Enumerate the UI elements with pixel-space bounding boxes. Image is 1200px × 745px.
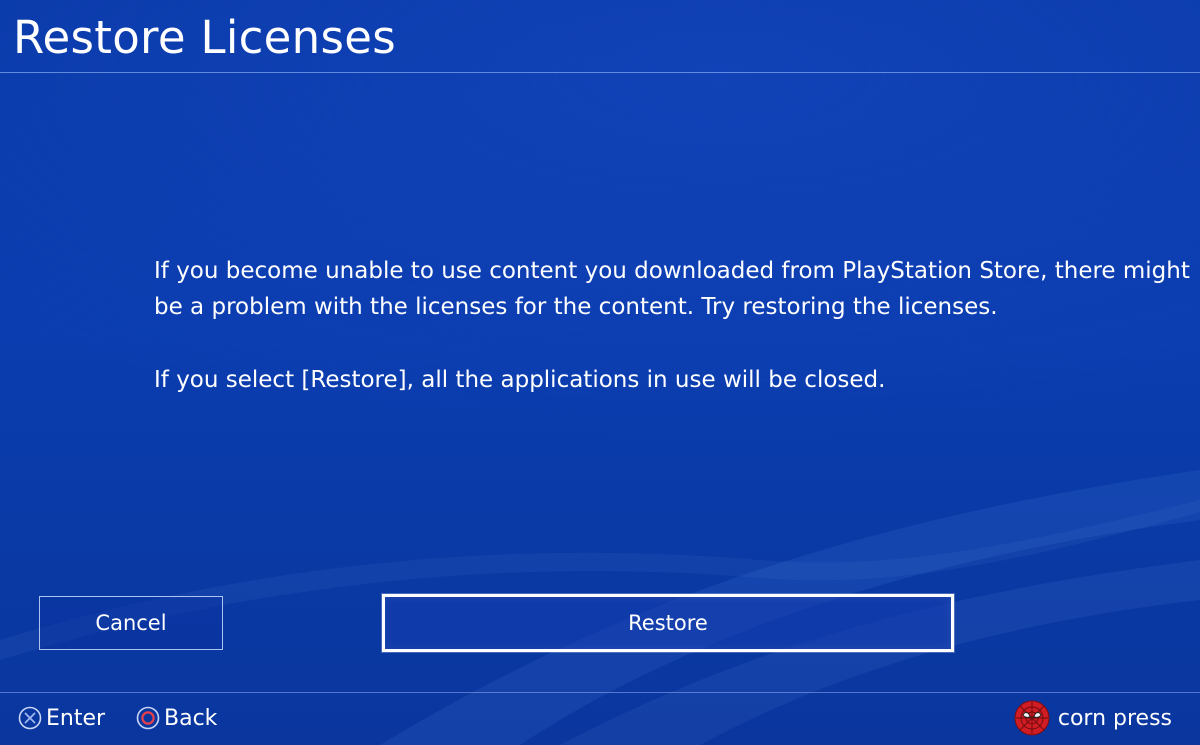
message-paragraph-restore-warning: If you select [Restore], all the applica…: [154, 367, 886, 393]
cross-button-icon: [18, 706, 42, 730]
back-hint: Back: [136, 703, 217, 733]
user-profile: corn press: [1014, 700, 1172, 736]
circle-button-icon: [136, 706, 160, 730]
message-body: If you become unable to use content you …: [154, 253, 1194, 398]
enter-hint: Enter: [18, 703, 105, 733]
enter-hint-label: Enter: [46, 705, 106, 731]
restore-button[interactable]: Restore: [382, 594, 954, 652]
back-hint-label: Back: [164, 705, 218, 731]
page-title: Restore Licenses: [13, 11, 396, 64]
footer-bar: Enter Back corn press: [0, 692, 1200, 745]
cancel-button[interactable]: Cancel: [39, 596, 223, 650]
spider-man-avatar-icon: [1014, 700, 1050, 736]
message-paragraph-licenses: If you become unable to use content you …: [154, 258, 1190, 320]
title-bar: Restore Licenses: [0, 0, 1200, 73]
user-name: corn press: [1057, 705, 1172, 731]
